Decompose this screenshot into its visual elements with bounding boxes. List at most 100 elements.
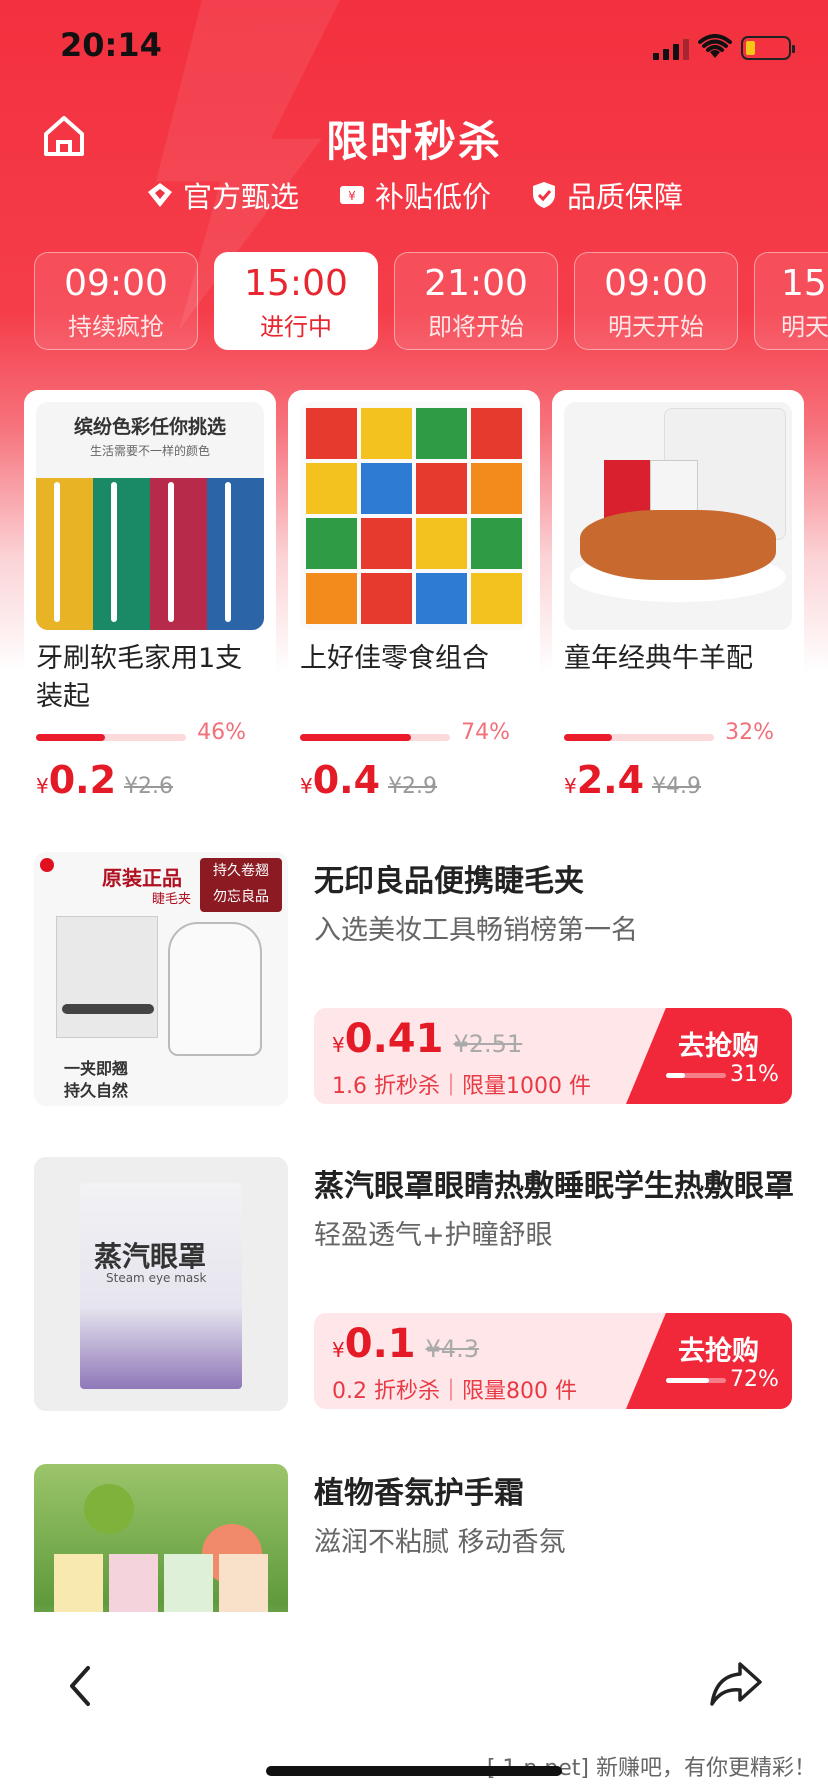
product-list-item[interactable]: 原装正品 睫毛夹 持久卷翘 勿忘良品 一夹即翘 持久自然 无印良品便携睫毛夹 入… xyxy=(34,852,794,1108)
original-price: ¥2.6 xyxy=(124,774,174,799)
timeslot-status: 明天开始 xyxy=(608,313,704,341)
timeslot-tab[interactable]: 15 明天 xyxy=(754,252,828,350)
flash-sale-box: ¥0.41 ¥2.51 1.6 折秒杀｜限量1000 件 去抢购 31% xyxy=(314,1008,792,1104)
product-title: 无印良品便携睫毛夹 xyxy=(314,864,584,899)
back-arrow-icon[interactable] xyxy=(60,1660,100,1712)
badge-label: 品质保障 xyxy=(567,180,684,214)
grab-progress-bar xyxy=(666,1073,726,1078)
image-text: 勿忘良品 xyxy=(213,889,269,905)
price: ¥2.4 ¥4.9 xyxy=(564,758,702,802)
svg-text:¥: ¥ xyxy=(348,189,356,203)
assurance-badges: 官方甄选 ¥ 补贴低价 品质保障 xyxy=(0,174,828,216)
product-subtitle: 轻盈透气+护瞳舒眼 xyxy=(314,1220,553,1251)
sold-percent: 46% xyxy=(197,720,246,745)
badge-quality: 品质保障 xyxy=(529,174,683,216)
image-subline: 生活需要不一样的颜色 xyxy=(89,444,210,458)
image-text: Steam eye mask xyxy=(106,1271,207,1285)
sale-price: 0.2 xyxy=(48,758,117,802)
shield-check-icon xyxy=(533,182,555,208)
sold-percent: 74% xyxy=(461,720,510,745)
product-name: 童年经典牛羊配 xyxy=(564,643,753,674)
timeslot-time: 15:00 xyxy=(244,263,348,304)
featured-products: 缤纷色彩任你挑选 生活需要不一样的颜色 牙刷软毛家用1支装起 46% ¥0.2 ¥… xyxy=(24,390,804,810)
grab-percent: 31% xyxy=(730,1062,779,1087)
product-image xyxy=(564,402,792,630)
sold-progress-bar xyxy=(36,734,186,741)
featured-card[interactable]: 缤纷色彩任你挑选 生活需要不一样的颜色 牙刷软毛家用1支装起 46% ¥0.2 ¥… xyxy=(24,390,276,810)
grab-button[interactable]: 去抢购 31% xyxy=(626,1008,792,1104)
badge-official: 官方甄选 xyxy=(145,174,299,216)
wifi-icon xyxy=(698,34,732,58)
original-price: ¥4.9 xyxy=(652,774,702,799)
flash-sale-box: ¥0.1 ¥4.3 0.2 折秒杀｜限量800 件 去抢购 72% xyxy=(314,1313,792,1409)
ticket-icon: ¥ xyxy=(339,186,364,204)
original-price: ¥2.9 xyxy=(388,774,438,799)
battery-icon xyxy=(741,36,795,60)
image-text: 蒸汽眼罩 xyxy=(94,1240,207,1273)
original-price: ¥4.3 xyxy=(425,1335,480,1363)
sale-price: 0.1 xyxy=(344,1321,416,1367)
sold-percent: 32% xyxy=(725,720,774,745)
grab-button-label: 去抢购 xyxy=(678,1031,759,1062)
product-list-item[interactable]: 植物香氛护手霜 滋润不粘腻 移动香氛 xyxy=(34,1464,794,1614)
product-subtitle: 入选美妆工具畅销榜第一名 xyxy=(314,915,638,946)
share-icon[interactable] xyxy=(708,1656,764,1712)
featured-card[interactable]: 童年经典牛羊配 32% ¥2.4 ¥4.9 xyxy=(552,390,804,810)
image-text: 一夹即翘 xyxy=(64,1059,129,1078)
featured-card[interactable]: 上好佳零食组合 74% ¥0.4 ¥2.9 xyxy=(288,390,540,810)
bottom-nav-bar: [ 1 n.net] 新赚吧，有你更精彩！ xyxy=(0,1612,828,1792)
price: ¥0.41 ¥2.51 xyxy=(332,1016,523,1062)
product-image xyxy=(34,1464,288,1614)
product-subtitle: 滋润不粘腻 移动香氛 xyxy=(314,1527,566,1558)
sold-progress-bar xyxy=(564,734,714,741)
timeslot-status: 进行中 xyxy=(260,313,332,341)
image-text: 睫毛夹 xyxy=(152,892,192,907)
home-indicator xyxy=(266,1766,562,1776)
timeslot-time: 21:00 xyxy=(424,263,528,304)
sale-price: 0.41 xyxy=(344,1016,444,1062)
product-list-item[interactable]: 蒸汽眼罩 Steam eye mask 蒸汽眼罩眼睛热敷睡眠学生热敷眼罩 轻盈透… xyxy=(34,1157,794,1413)
status-time: 20:14 xyxy=(60,26,162,64)
image-text: 持久自然 xyxy=(64,1081,129,1100)
product-title: 蒸汽眼罩眼睛热敷睡眠学生热敷眼罩 xyxy=(314,1169,794,1204)
badge-subsidy: ¥ 补贴低价 xyxy=(337,174,491,216)
image-headline: 缤纷色彩任你挑选 xyxy=(73,416,226,438)
status-bar: 20:14 xyxy=(0,0,828,100)
grab-progress-bar xyxy=(666,1378,726,1383)
sold-progress-bar xyxy=(300,734,450,741)
price: ¥0.2 ¥2.6 xyxy=(36,758,174,802)
sale-price: 0.4 xyxy=(312,758,381,802)
timeslot-tab[interactable]: 09:00 持续疯抢 xyxy=(34,252,198,350)
page-title: 限时秒杀 xyxy=(325,117,502,166)
timeslot-status: 持续疯抢 xyxy=(68,313,164,341)
product-image xyxy=(300,402,528,630)
product-image: 原装正品 睫毛夹 持久卷翘 勿忘良品 一夹即翘 持久自然 xyxy=(34,852,288,1106)
timeslot-tab[interactable]: 21:00 即将开始 xyxy=(394,252,558,350)
timeslot-tabs: 09:00 持续疯抢 15:00 进行中 21:00 即将开始 09:00 明天… xyxy=(34,252,828,350)
product-image: 蒸汽眼罩 Steam eye mask xyxy=(34,1157,288,1411)
timeslot-time: 09:00 xyxy=(64,263,168,304)
badge-label: 补贴低价 xyxy=(374,180,491,214)
product-name: 牙刷软毛家用1支装起 xyxy=(36,643,243,712)
product-image: 缤纷色彩任你挑选 生活需要不一样的颜色 xyxy=(36,402,264,630)
product-title: 植物香氛护手霜 xyxy=(314,1476,524,1511)
original-price: ¥2.51 xyxy=(453,1030,523,1058)
timeslot-time: 09:00 xyxy=(604,263,708,304)
grab-button-label: 去抢购 xyxy=(678,1336,759,1367)
cellular-signal-icon xyxy=(653,38,689,60)
sale-meta: 0.2 折秒杀｜限量800 件 xyxy=(332,1379,577,1404)
image-text: 原装正品 xyxy=(102,866,182,890)
timeslot-status: 明天 xyxy=(781,313,828,341)
product-name: 上好佳零食组合 xyxy=(300,643,489,674)
timeslot-tab-active[interactable]: 15:00 进行中 xyxy=(214,252,378,350)
grab-percent: 72% xyxy=(730,1367,779,1392)
price: ¥0.1 ¥4.3 xyxy=(332,1321,480,1367)
grab-button[interactable]: 去抢购 72% xyxy=(626,1313,792,1409)
diamond-icon xyxy=(147,183,172,207)
timeslot-time: 15 xyxy=(781,263,827,304)
image-text: 持久卷翘 xyxy=(213,863,269,879)
badge-label: 官方甄选 xyxy=(182,180,299,214)
timeslot-tab[interactable]: 09:00 明天开始 xyxy=(574,252,738,350)
timeslot-status: 即将开始 xyxy=(428,313,524,341)
price: ¥0.4 ¥2.9 xyxy=(300,758,438,802)
